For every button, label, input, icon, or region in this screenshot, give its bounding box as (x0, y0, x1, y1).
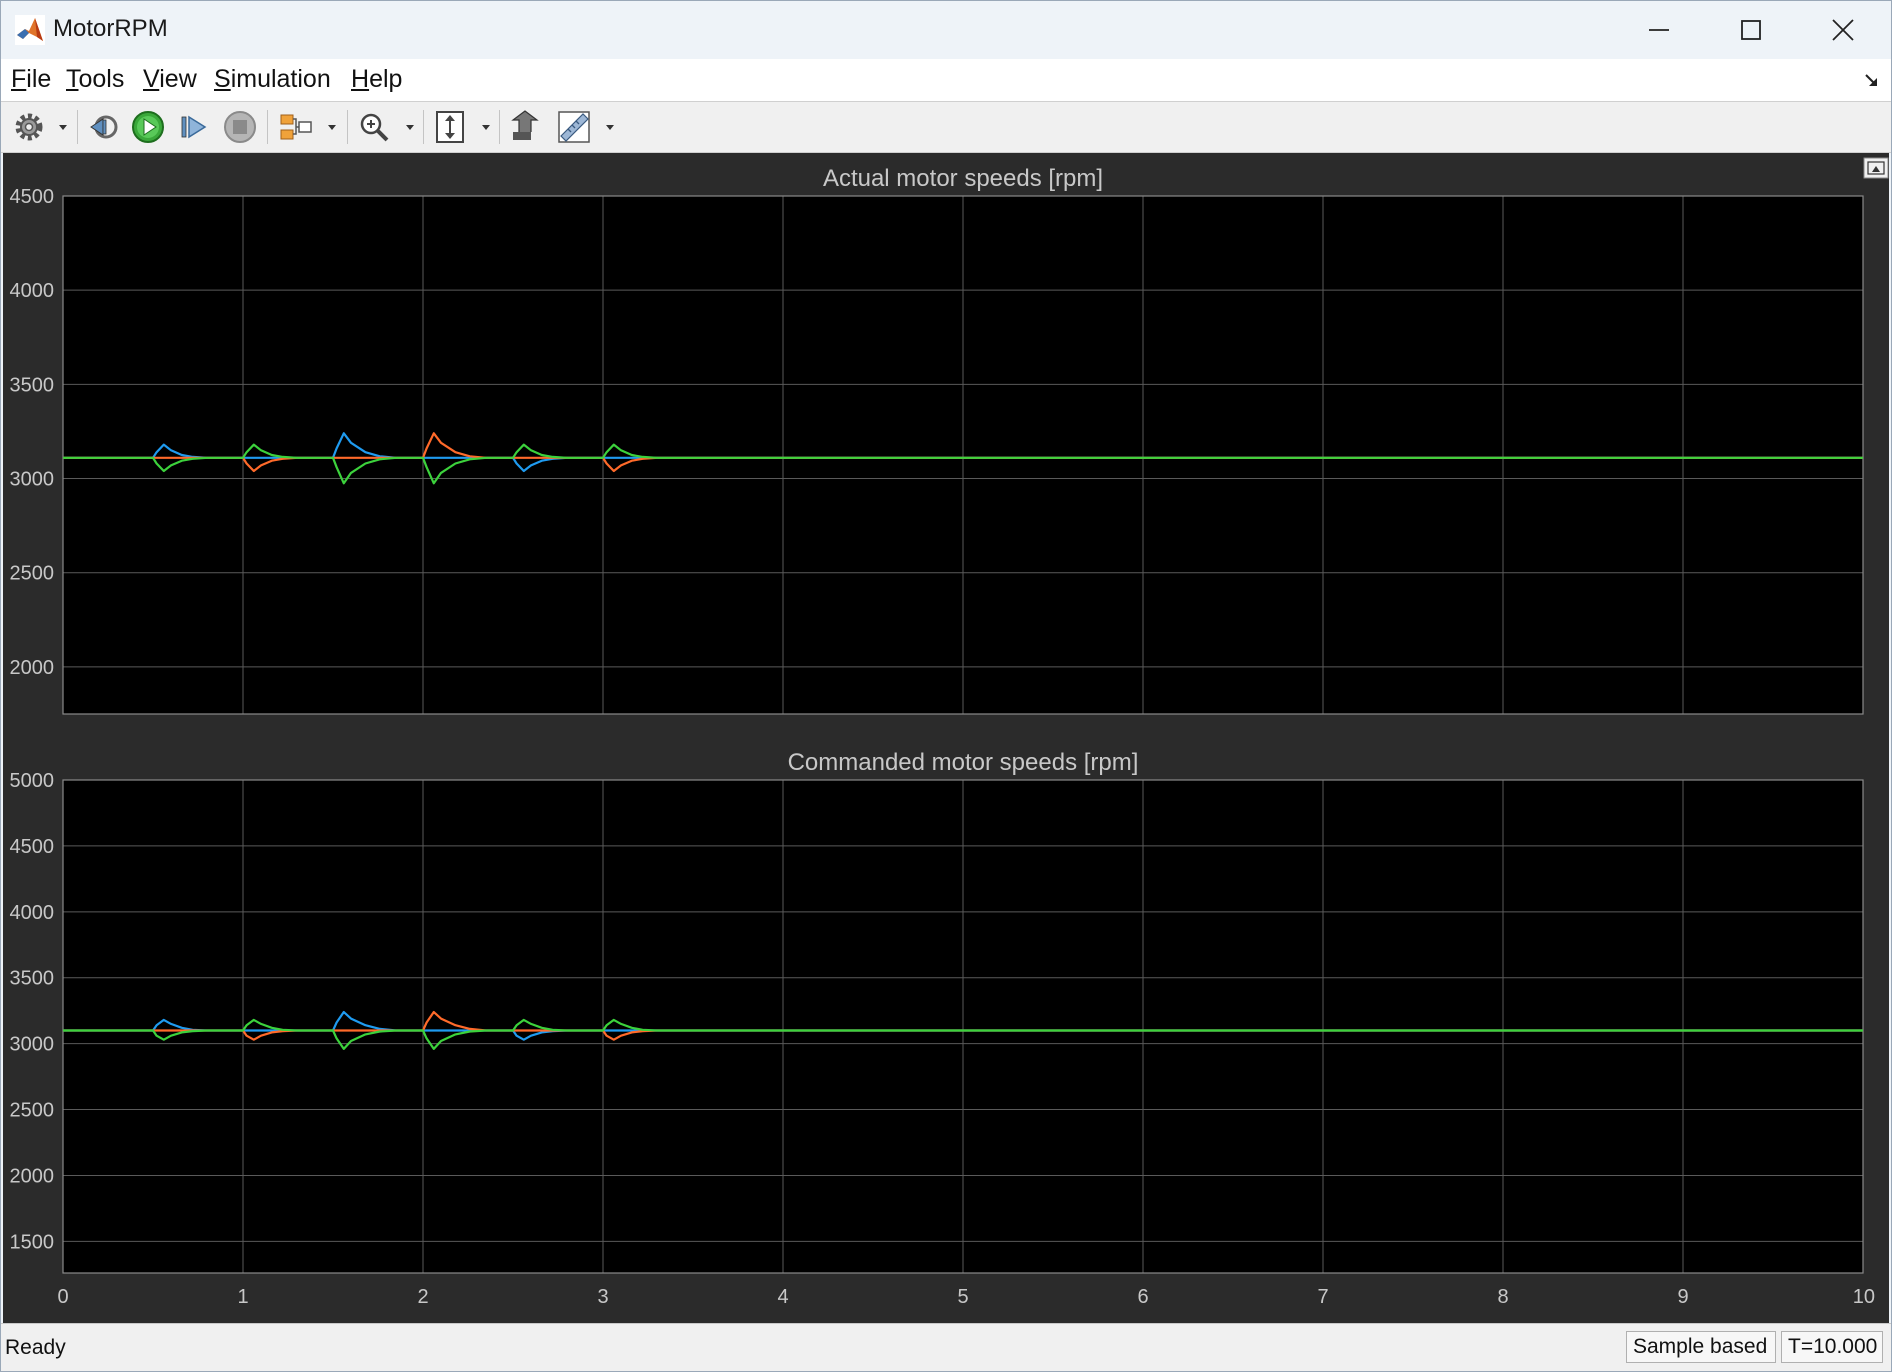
x-tick-label: 9 (1677, 1286, 1688, 1308)
y-tick-label: 4000 (10, 280, 55, 302)
menu-view[interactable]: View (143, 65, 197, 94)
toolbar-separator (267, 110, 268, 144)
menu-help[interactable]: Help (351, 65, 402, 94)
measurements-icon (558, 111, 590, 143)
chevron-down-icon (482, 125, 490, 130)
run-icon (132, 111, 164, 143)
x-tick-label: 8 (1497, 1286, 1508, 1308)
zoom-button[interactable] (357, 108, 391, 146)
status-text: Ready (5, 1336, 66, 1359)
x-tick-label: 6 (1137, 1286, 1148, 1308)
menu-tools[interactable]: Tools (66, 65, 124, 94)
x-tick-label: 7 (1317, 1286, 1328, 1308)
scope-axes-1: Actual motor speeds [rpm] 2000 2500 3000 350… (10, 165, 1864, 715)
stop-button[interactable] (223, 108, 257, 146)
y-tick-label: 1500 (10, 1231, 55, 1253)
close-icon (1832, 19, 1854, 41)
signal-selection-dropdown[interactable] (325, 108, 339, 146)
y-tick-label: 3500 (10, 374, 55, 396)
settings-dropdown[interactable] (56, 108, 70, 146)
settings-button[interactable] (13, 108, 45, 146)
step-back-icon (90, 115, 118, 139)
menu-view-rest: iew (159, 65, 197, 93)
step-forward-button[interactable] (177, 108, 211, 146)
minimize-button[interactable] (1613, 1, 1705, 59)
toolbar-separator (423, 110, 424, 144)
settings-gear-icon (15, 113, 43, 141)
step-back-button[interactable] (87, 108, 121, 146)
menu-file-rest: ile (26, 65, 52, 93)
toolbar-separator (347, 110, 348, 144)
menu-help-rest: elp (369, 65, 403, 93)
scale-axes-dropdown[interactable] (479, 108, 493, 146)
chevron-down-icon (606, 125, 614, 130)
menu-file-accel: F (11, 65, 27, 93)
x-tick-label: 4 (777, 1286, 788, 1308)
highlight-block-button[interactable] (509, 108, 543, 146)
chevron-down-icon (328, 125, 336, 130)
scope-plots: Actual motor speeds [rpm]200025003000350… (10, 157, 1889, 1308)
y-tick-label: 3000 (10, 469, 55, 491)
minimize-icon (1649, 29, 1669, 31)
run-button[interactable] (131, 108, 165, 146)
stop-icon (224, 111, 256, 143)
matlab-logo-icon (15, 15, 45, 45)
y-tick-label: 3500 (10, 968, 55, 990)
y-tick-label: 2000 (10, 657, 55, 679)
scale-axes-icon (436, 111, 464, 143)
y-tick-label: 2500 (10, 563, 55, 585)
menu-simulation-rest: imulation (230, 65, 331, 93)
zoom-dropdown[interactable] (403, 108, 417, 146)
chart-title: Actual motor speeds [rpm] (823, 165, 1103, 192)
menu-bar: File Tools View Simulation Help (1, 59, 1891, 102)
y-tick-label: 2500 (10, 1100, 55, 1122)
zoom-icon (360, 113, 389, 142)
undock-plot-button[interactable] (1863, 157, 1889, 179)
y-tick-label: 3000 (10, 1034, 55, 1056)
chevron-down-icon (59, 125, 67, 130)
toolbar-separator (77, 110, 78, 144)
signal-selection-button[interactable] (279, 108, 313, 146)
menu-tools-rest: ools (78, 65, 125, 93)
scope-axes-2: Commanded motor speeds [rpm]150020002500… (10, 749, 1876, 1308)
undock-arrow-icon[interactable] (1863, 71, 1881, 89)
toolbar-separator (499, 110, 500, 144)
x-tick-label: 1 (237, 1286, 248, 1308)
x-tick-label: 0 (57, 1286, 68, 1308)
menu-file[interactable]: File (11, 65, 51, 94)
x-tick-label: 2 (417, 1286, 428, 1308)
status-bar: Ready Sample based T=10.000 (1, 1323, 1891, 1371)
window-title: MotorRPM (53, 15, 168, 42)
maximize-button[interactable] (1705, 1, 1797, 59)
app-window: MotorRPM File Tools View Simulation Help (0, 0, 1892, 1372)
title-bar[interactable]: MotorRPM (1, 1, 1891, 59)
chart-title: Commanded motor speeds [rpm] (788, 749, 1139, 776)
y-tick-label: 4000 (10, 902, 55, 924)
toolbar (1, 102, 1891, 153)
menu-simulation[interactable]: Simulation (214, 65, 331, 94)
y-tick-label: 2000 (10, 1165, 55, 1187)
x-tick-label: 3 (597, 1286, 608, 1308)
scale-axes-button[interactable] (433, 108, 467, 146)
signal-selection-icon (280, 114, 312, 140)
chevron-down-icon (406, 125, 414, 130)
menu-help-accel: H (351, 65, 370, 93)
menu-simulation-accel: S (214, 65, 231, 93)
highlight-block-icon (511, 110, 539, 140)
x-tick-label: 5 (957, 1286, 968, 1308)
x-tick-label: 10 (1853, 1286, 1875, 1308)
measurements-button[interactable] (557, 108, 591, 146)
maximize-icon (1741, 20, 1761, 40)
menu-tools-accel: T (66, 65, 79, 93)
step-forward-icon (181, 115, 207, 139)
y-tick-label: 4500 (10, 836, 55, 858)
close-button[interactable] (1797, 1, 1889, 59)
menu-view-accel: V (143, 65, 160, 93)
y-tick-label: 4500 (10, 186, 55, 208)
measurements-dropdown[interactable] (603, 108, 617, 146)
simulation-time-indicator: T=10.000 (1781, 1331, 1883, 1363)
scope-display: Actual motor speeds [rpm] 2000 2500 3000 350… (3, 153, 1889, 1323)
y-tick-label: 5000 (10, 770, 55, 792)
sample-mode-indicator: Sample based (1626, 1331, 1776, 1363)
